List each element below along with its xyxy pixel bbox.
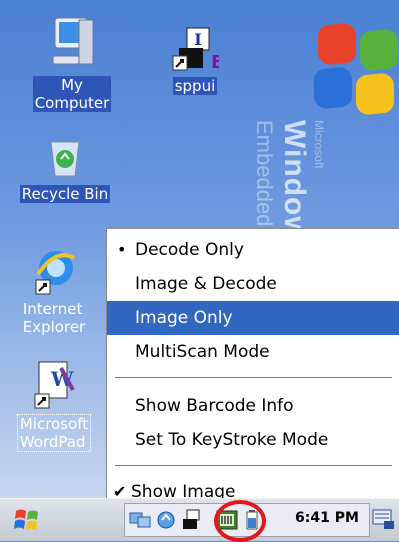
svg-text:B: B (211, 52, 219, 72)
clock[interactable]: 6:41 PM (295, 510, 359, 526)
recycle-bin-icon[interactable]: Recycle Bin (6, 136, 124, 203)
ie-icon (35, 251, 75, 295)
menu-separator (115, 465, 392, 467)
menu-item-label: Set To KeyStroke Mode (135, 430, 329, 450)
menu-item-set-to-keystroke-mode[interactable]: Set To KeyStroke Mode (107, 423, 399, 457)
annotation-highlight-circle (214, 500, 266, 542)
menu-item-decode-only[interactable]: • Decode Only (107, 233, 399, 267)
start-button-windows-icon[interactable] (14, 507, 40, 533)
menu-item-label: Image Only (135, 308, 233, 328)
wordpad-label: Microsoft WordPad (16, 414, 92, 452)
sppui-icon[interactable]: I B sppui (160, 26, 230, 95)
menu-item-image-and-decode[interactable]: Image & Decode (107, 267, 399, 301)
sppui-tray-icon[interactable] (181, 509, 203, 531)
sppui-app-icon: I B (172, 27, 225, 73)
selected-bullet-icon: • (117, 240, 127, 259)
menu-item-multiscan-mode[interactable]: MultiScan Mode (107, 335, 399, 369)
recycle-bin-label: Recycle Bin (19, 185, 111, 203)
menu-item-label: Image & Decode (135, 274, 277, 294)
taskbar: 6:41 PM (0, 498, 399, 541)
internet-explorer-icon[interactable]: Internet Explorer (2, 244, 106, 336)
svg-text:I: I (194, 30, 201, 49)
my-computer-icon[interactable]: My Computer (22, 16, 122, 112)
menu-item-label: Decode Only (135, 240, 244, 260)
recycle-bin-icon-graphic (50, 141, 80, 177)
menu-item-show-barcode-info[interactable]: Show Barcode Info (107, 389, 399, 423)
scanner-context-menu: • Decode Only Image & Decode Image Only … (106, 228, 399, 514)
menu-item-label: MultiScan Mode (135, 342, 270, 362)
menu-separator (115, 377, 392, 379)
wordpad-app-icon: W (34, 361, 75, 409)
network-icon[interactable] (129, 510, 151, 530)
sppui-label: sppui (172, 77, 218, 95)
my-computer-label: My Computer (32, 76, 112, 112)
menu-item-image-only[interactable]: Image Only (107, 301, 399, 335)
sync-icon[interactable] (155, 509, 177, 531)
wordpad-icon[interactable]: W Microsoft WordPad (2, 360, 106, 452)
keyboard-input-icon[interactable] (372, 507, 396, 531)
internet-explorer-label: Internet Explorer (22, 300, 86, 336)
menu-item-label: Show Barcode Info (135, 396, 294, 416)
computer-icon (52, 17, 94, 65)
